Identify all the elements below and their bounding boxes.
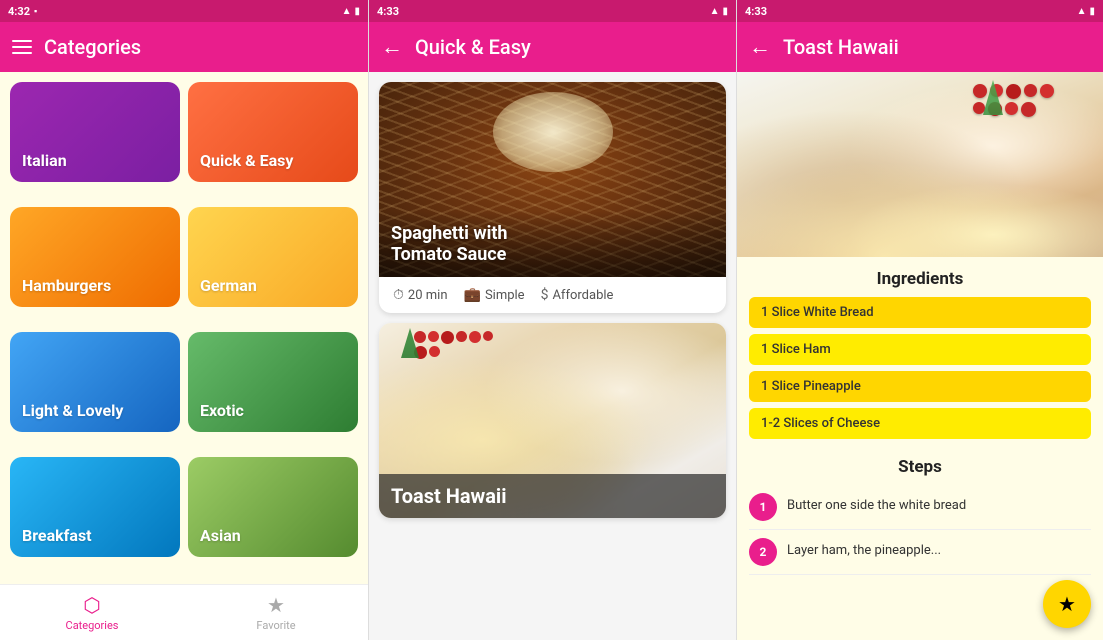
status-bar-1: 4:32 ▪ ▲ ▮ xyxy=(0,0,368,22)
panel-quick-easy: 4:33 ▲ ▮ ← Quick & Easy Spaghetti with T… xyxy=(368,0,736,640)
dollar-icon: $ xyxy=(541,287,549,303)
ingredient-2: 1 Slice Ham xyxy=(749,334,1091,365)
step-number-1: 1 xyxy=(749,493,777,521)
categories-grid: Italian Quick & Easy Hamburgers German L… xyxy=(0,72,368,584)
category-asian[interactable]: Asian xyxy=(188,457,358,557)
spaghetti-difficulty: 💼 Simple xyxy=(464,287,525,303)
category-italian[interactable]: Italian xyxy=(10,82,180,182)
category-german[interactable]: German xyxy=(188,207,358,307)
spaghetti-title: Spaghetti with Tomato Sauce xyxy=(391,223,714,265)
categories-nav-icon: ⬡ xyxy=(83,593,100,617)
steps-section-title: Steps xyxy=(749,445,1091,485)
battery-icon: ▮ xyxy=(354,6,360,17)
app-bar-detail: ← Toast Hawaii xyxy=(737,22,1103,72)
spaghetti-cost: $ Affordable xyxy=(541,287,614,303)
time-1: 4:32 xyxy=(8,5,30,18)
quick-easy-title: Quick & Easy xyxy=(415,35,724,59)
recipe-list: Spaghetti with Tomato Sauce ⏱ 20 min 💼 S… xyxy=(369,72,736,640)
ingredient-1: 1 Slice White Bread xyxy=(749,297,1091,328)
category-breakfast[interactable]: Breakfast xyxy=(10,457,180,557)
recipe-detail-body: Ingredients 1 Slice White Bread 1 Slice … xyxy=(737,257,1103,640)
category-exotic[interactable]: Exotic xyxy=(188,332,358,432)
time-3: 4:33 xyxy=(745,5,767,18)
step-text-1: Butter one side the white bread xyxy=(787,493,966,515)
detail-title: Toast Hawaii xyxy=(783,35,1091,59)
nav-favorites[interactable]: ★ Favorite xyxy=(184,585,368,640)
step-text-2: Layer ham, the pineapple... xyxy=(787,538,941,560)
spaghetti-meta: ⏱ 20 min 💼 Simple $ Affordable xyxy=(379,277,726,313)
recipe-card-spaghetti[interactable]: Spaghetti with Tomato Sauce ⏱ 20 min 💼 S… xyxy=(379,82,726,313)
nav-categories[interactable]: ⬡ Categories xyxy=(0,585,184,640)
ingredient-4: 1-2 Slices of Cheese xyxy=(749,408,1091,439)
bottom-nav: ⬡ Categories ★ Favorite xyxy=(0,584,368,640)
step-2: 2 Layer ham, the pineapple... xyxy=(749,530,1091,575)
category-light[interactable]: Light & Lovely xyxy=(10,332,180,432)
app-bar-quick: ← Quick & Easy xyxy=(369,22,736,72)
ingredient-3: 1 Slice Pineapple xyxy=(749,371,1091,402)
category-hamburgers[interactable]: Hamburgers xyxy=(10,207,180,307)
battery-icon-3: ▮ xyxy=(1089,6,1095,17)
wifi-icon-3: ▲ xyxy=(1077,6,1087,17)
back-button-quick[interactable]: ← xyxy=(381,34,403,60)
panel-recipe-detail: 4:33 ▲ ▮ ← Toast Hawaii In xyxy=(736,0,1103,640)
panel-categories: 4:32 ▪ ▲ ▮ Categories Italian Quick & Ea… xyxy=(0,0,368,640)
recipe-hero-image xyxy=(737,72,1103,257)
star-fab-icon: ★ xyxy=(1058,592,1076,616)
favorite-fab[interactable]: ★ xyxy=(1043,580,1091,628)
categories-title: Categories xyxy=(44,35,356,59)
app-bar-categories: Categories xyxy=(0,22,368,72)
menu-icon[interactable] xyxy=(12,40,32,54)
wifi-icon: ▲ xyxy=(342,6,352,17)
spaghetti-time: ⏱ 20 min xyxy=(393,287,448,303)
time-2: 4:33 xyxy=(377,5,399,18)
battery-icon-2: ▮ xyxy=(722,6,728,17)
recipe-card-toast[interactable]: Toast Hawaii xyxy=(379,323,726,518)
favorites-nav-icon: ★ xyxy=(267,593,285,617)
wifi-icon-2: ▲ xyxy=(710,6,720,17)
step-1: 1 Butter one side the white bread xyxy=(749,485,1091,530)
clock-icon: ⏱ xyxy=(393,287,404,303)
ingredients-section-title: Ingredients xyxy=(749,257,1091,297)
briefcase-icon: 💼 xyxy=(464,287,481,303)
sim-icon: ▪ xyxy=(34,6,37,17)
step-number-2: 2 xyxy=(749,538,777,566)
status-bar-3: 4:33 ▲ ▮ xyxy=(737,0,1103,22)
status-bar-2: 4:33 ▲ ▮ xyxy=(369,0,736,22)
category-quick[interactable]: Quick & Easy xyxy=(188,82,358,182)
toast-title: Toast Hawaii xyxy=(391,484,714,508)
back-button-detail[interactable]: ← xyxy=(749,34,771,60)
